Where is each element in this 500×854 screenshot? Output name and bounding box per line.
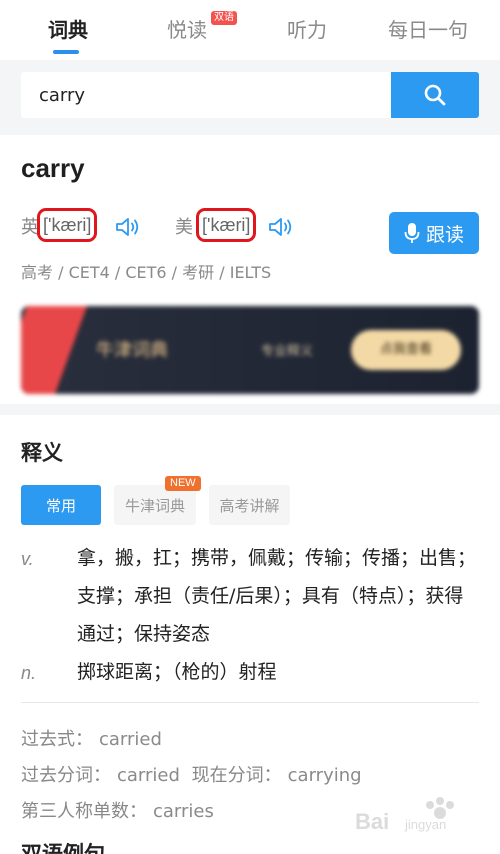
past-tense-value[interactable]: carried <box>99 729 162 750</box>
tab-listening[interactable]: 听力 <box>287 14 327 43</box>
present-participle-value[interactable]: carrying <box>288 765 362 786</box>
bilingual-examples-title: 双语例句 <box>21 842 105 854</box>
microphone-icon <box>404 223 420 243</box>
chip-exam[interactable]: 高考讲解 <box>209 485 290 525</box>
follow-read-button[interactable]: 跟读 <box>389 212 479 254</box>
search-input[interactable] <box>21 72 391 118</box>
past-participle-value[interactable]: carried <box>117 765 180 786</box>
pos-noun: n. <box>21 663 37 683</box>
definition-noun: 掷球距离；（枪的）射程 <box>77 661 277 683</box>
promo-banner[interactable]: 牛津词典 专业释义 点我查看 <box>21 306 479 394</box>
banner-stripe <box>21 306 88 394</box>
top-tab-bar: 词典 悦读 双语 听力 每日一句 <box>0 0 500 60</box>
definitions-title: 释义 <box>21 441 63 465</box>
third-person-row: 第三人称单数： carries <box>21 797 214 823</box>
follow-read-label: 跟读 <box>425 223 464 246</box>
active-tab-indicator <box>53 50 79 54</box>
chip-common[interactable]: 常用 <box>21 485 101 525</box>
third-person-label: 第三人称单数： <box>21 801 147 822</box>
pos-verb: v. <box>21 549 34 569</box>
headword: carry <box>21 153 85 183</box>
search-bar <box>0 60 500 135</box>
divider-line <box>21 702 479 703</box>
section-divider <box>0 404 500 415</box>
past-tense-row: 过去式： carried <box>21 725 162 751</box>
us-speaker-icon[interactable] <box>268 216 294 238</box>
participle-row: 过去分词： carried 现在分词： carrying <box>21 761 362 787</box>
tab-dictionary[interactable]: 词典 <box>48 14 88 43</box>
present-participle-label: 现在分词： <box>191 765 282 786</box>
third-person-value[interactable]: carries <box>153 801 214 822</box>
chip-oxford[interactable]: 牛津词典 <box>114 485 196 525</box>
search-button[interactable] <box>391 72 479 118</box>
us-label: 美 <box>175 217 193 238</box>
banner-subtitle: 专业释义 <box>261 344 314 359</box>
tab-reading[interactable]: 悦读 <box>167 14 207 43</box>
past-participle-label: 过去分词： <box>21 765 111 786</box>
uk-speaker-icon[interactable] <box>115 216 141 238</box>
svg-text:jingyan: jingyan <box>404 817 446 832</box>
uk-phonetic: ['kæri] <box>37 208 98 242</box>
definition-verb: 拿，搬，扛；携带，佩戴；传输；传播；出售；支撑；承担（责任/后果）；具有（特点）… <box>77 547 477 645</box>
tab-daily-sentence[interactable]: 每日一句 <box>388 14 468 43</box>
us-phonetic: ['kæri] <box>196 208 257 242</box>
svg-text:Bai: Bai <box>355 809 389 834</box>
exam-tags: 高考 / CET4 / CET6 / 考研 / IELTS <box>21 263 272 282</box>
watermark-logo: Bai jingyan <box>355 797 454 834</box>
bilingual-badge: 双语 <box>211 11 237 25</box>
banner-title: 牛津词典 <box>96 340 168 361</box>
search-icon <box>424 84 446 106</box>
new-badge: NEW <box>165 476 201 491</box>
past-tense-label: 过去式： <box>21 729 93 750</box>
banner-cta: 点我查看 <box>351 330 461 370</box>
